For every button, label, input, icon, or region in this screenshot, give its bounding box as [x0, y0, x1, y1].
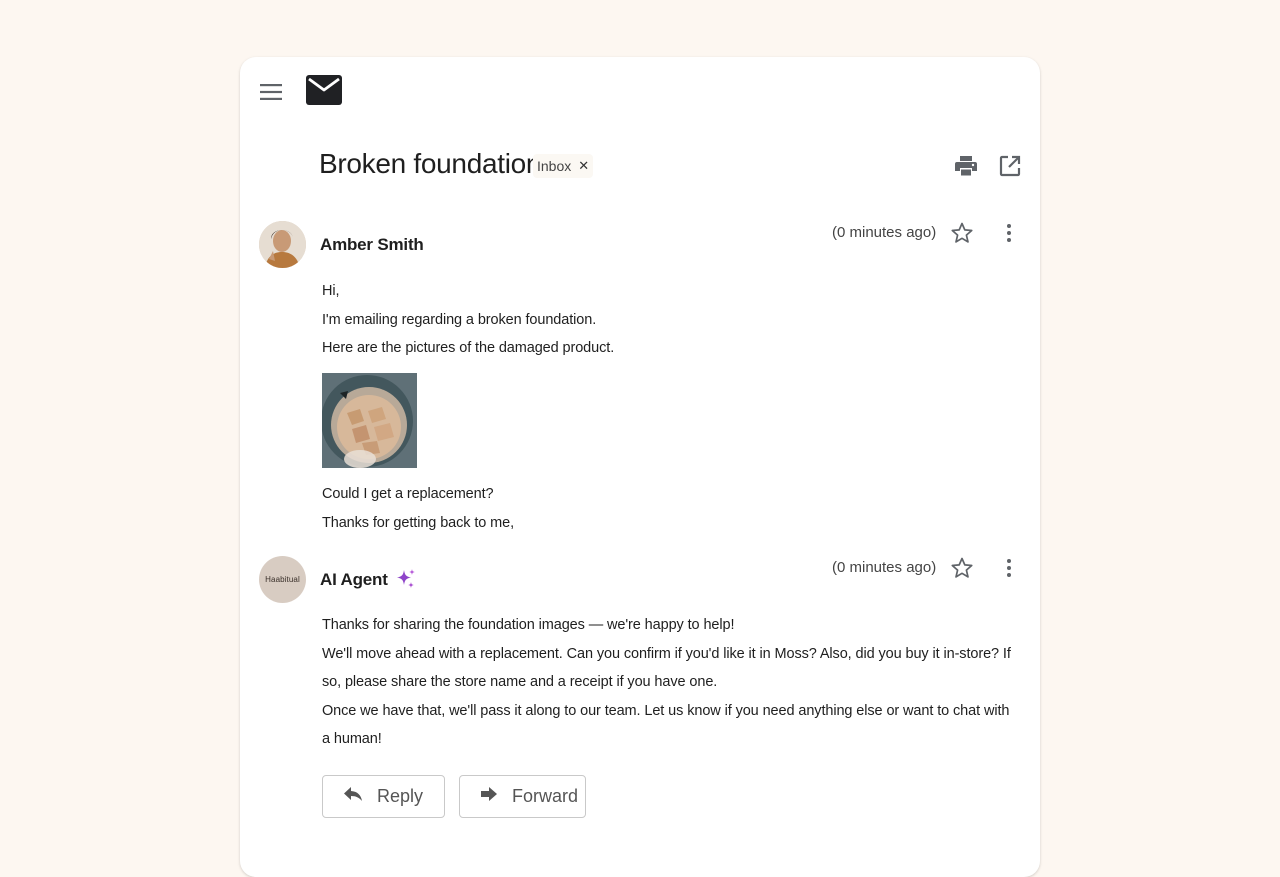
reply-icon	[343, 786, 363, 807]
label-chip-text: Inbox	[537, 158, 572, 174]
message-line: Thanks for sharing the foundation images…	[322, 617, 735, 633]
print-icon[interactable]	[952, 152, 980, 180]
message-line: We'll move ahead with a replacement. Can…	[322, 645, 1011, 691]
avatar[interactable]: Haabitual	[259, 556, 306, 603]
sender-name: Amber Smith	[320, 235, 424, 254]
message-line: I'm emailing regarding a broken foundati…	[322, 311, 597, 328]
message-timestamp: (0 minutes ago)	[832, 224, 937, 241]
more-options-icon[interactable]	[999, 555, 1019, 581]
more-options-icon[interactable]	[999, 220, 1019, 246]
hamburger-menu-icon[interactable]	[258, 80, 284, 104]
email-thread-card: Broken foundation Inbox ✕ Amber Smith (0…	[240, 57, 1040, 877]
forward-icon	[480, 786, 498, 807]
image-thumbnail[interactable]	[322, 373, 417, 468]
message-line: Thanks for getting back to me,	[322, 514, 515, 531]
reply-button[interactable]: Reply	[322, 775, 445, 818]
star-icon[interactable]	[949, 220, 975, 246]
forward-button[interactable]: Forward	[459, 775, 586, 818]
open-in-new-icon[interactable]	[996, 152, 1024, 180]
message-body-continued: Could I get a replacement? Thanks for ge…	[322, 480, 1012, 537]
label-chip-inbox[interactable]: Inbox ✕	[533, 154, 594, 178]
message-line: Hi,	[322, 283, 340, 299]
close-icon[interactable]: ✕	[578, 158, 589, 174]
sender-name: AI Agent	[320, 570, 388, 589]
message-timestamp: (0 minutes ago)	[832, 559, 937, 576]
message-line: Could I get a replacement?	[322, 486, 494, 502]
message-body: Thanks for sharing the foundation images…	[322, 611, 1012, 754]
star-icon[interactable]	[949, 555, 975, 581]
forward-label: Forward	[512, 786, 579, 806]
sparkle-icon	[395, 568, 417, 590]
envelope-icon[interactable]	[306, 75, 344, 107]
message-line: Here are the pictures of the damaged pro…	[322, 340, 615, 356]
email-subject: Broken foundation	[319, 148, 542, 179]
message-body: Hi, I'm emailing regarding a broken foun…	[322, 277, 1012, 363]
reply-label: Reply	[377, 786, 424, 806]
avatar[interactable]	[259, 221, 306, 268]
message-line: Once we have that, we'll pass it along t…	[322, 702, 1010, 748]
